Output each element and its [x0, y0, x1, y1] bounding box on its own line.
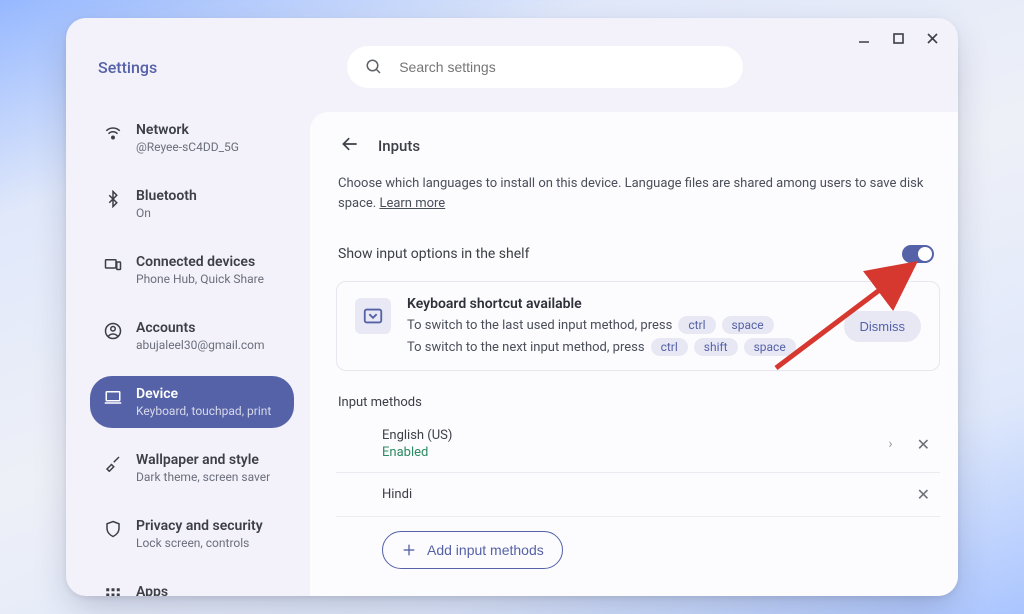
- show-input-options-toggle[interactable]: [902, 245, 934, 263]
- input-method-row[interactable]: Hindi ✕: [336, 473, 940, 517]
- nav-sub: Dark theme, screen saver: [136, 470, 270, 484]
- minimize-button[interactable]: [856, 30, 872, 46]
- key-chip: space: [744, 338, 796, 356]
- remove-input-button[interactable]: ✕: [917, 435, 930, 454]
- nav-sub: @Reyee-sC4DD_5G: [136, 140, 239, 154]
- bluetooth-icon: [104, 190, 122, 208]
- maximize-button[interactable]: [890, 30, 906, 46]
- close-window-button[interactable]: [924, 30, 940, 46]
- add-input-methods-label: Add input methods: [427, 542, 544, 558]
- key-chip: ctrl: [651, 338, 688, 356]
- shield-icon: [104, 520, 122, 538]
- sidebar: Network @Reyee-sC4DD_5G Bluetooth On: [66, 112, 310, 596]
- chevron-right-icon[interactable]: ›: [888, 436, 892, 452]
- account-icon: [104, 322, 122, 340]
- window-controls: [856, 30, 940, 46]
- install-languages-banner: Choose which languages to install on thi…: [336, 174, 940, 227]
- nav-title: Wallpaper and style: [136, 452, 270, 468]
- nav-title: Privacy and security: [136, 518, 263, 534]
- settings-window: Settings Network @Reyee-sC4DD_5G: [66, 18, 958, 596]
- sidebar-item-apps[interactable]: Apps Notifications, Google Play: [90, 574, 294, 596]
- content-header: Inputs: [336, 130, 940, 174]
- sidebar-item-bluetooth[interactable]: Bluetooth On: [90, 178, 294, 230]
- app-title: Settings: [98, 58, 157, 77]
- input-method-name: Hindi: [382, 487, 917, 502]
- input-method-enabled-label: Enabled: [382, 445, 888, 460]
- input-method-row[interactable]: English (US) Enabled › ✕: [336, 416, 940, 473]
- nav-title: Device: [136, 386, 271, 402]
- nav-sub: On: [136, 206, 197, 220]
- sidebar-item-accounts[interactable]: Accounts abujaleel30@gmail.com: [90, 310, 294, 362]
- input-methods-label: Input methods: [338, 395, 940, 410]
- sidebar-item-device[interactable]: Device Keyboard, touchpad, print: [90, 376, 294, 428]
- toggle-label: Show input options in the shelf: [338, 246, 529, 262]
- nav-sub: abujaleel30@gmail.com: [136, 338, 265, 352]
- plus-icon: [401, 542, 417, 558]
- show-input-options-row: Show input options in the shelf: [336, 227, 940, 281]
- nav-sub: Lock screen, controls: [136, 536, 263, 550]
- nav-sub: Phone Hub, Quick Share: [136, 272, 264, 286]
- back-button[interactable]: [340, 134, 360, 158]
- sidebar-item-connected-devices[interactable]: Connected devices Phone Hub, Quick Share: [90, 244, 294, 296]
- laptop-icon: [104, 388, 122, 406]
- search-input[interactable]: [399, 59, 725, 75]
- key-chip: space: [722, 316, 774, 334]
- search-icon: [365, 58, 383, 76]
- shortcut-card: Keyboard shortcut available To switch to…: [336, 281, 940, 371]
- nav-title: Apps: [136, 584, 273, 596]
- shortcut-line1-text: To switch to the last used input method,…: [407, 318, 672, 333]
- shortcut-line2-text: To switch to the next input method, pres…: [407, 340, 645, 355]
- nav-title: Accounts: [136, 320, 265, 336]
- sidebar-item-network[interactable]: Network @Reyee-sC4DD_5G: [90, 112, 294, 164]
- apps-icon: [104, 586, 122, 596]
- input-method-name: English (US): [382, 428, 888, 443]
- search-box[interactable]: [347, 46, 743, 88]
- nav-title: Network: [136, 122, 239, 138]
- sidebar-item-privacy[interactable]: Privacy and security Lock screen, contro…: [90, 508, 294, 560]
- wifi-icon: [104, 124, 122, 142]
- remove-input-button[interactable]: ✕: [917, 485, 930, 504]
- learn-more-link[interactable]: Learn more: [379, 196, 445, 211]
- keyboard-tip-icon: [355, 298, 391, 334]
- brush-icon: [104, 454, 122, 472]
- shortcut-card-title: Keyboard shortcut available: [407, 296, 828, 312]
- nav-title: Connected devices: [136, 254, 264, 270]
- sidebar-item-wallpaper[interactable]: Wallpaper and style Dark theme, screen s…: [90, 442, 294, 494]
- add-input-methods-button[interactable]: Add input methods: [382, 531, 563, 569]
- devices-icon: [104, 256, 122, 274]
- nav-title: Bluetooth: [136, 188, 197, 204]
- key-chip: shift: [694, 338, 738, 356]
- nav-sub: Keyboard, touchpad, print: [136, 404, 271, 418]
- key-chip: ctrl: [678, 316, 715, 334]
- content-pane: Inputs Choose which languages to install…: [310, 112, 958, 596]
- dismiss-button[interactable]: Dismiss: [844, 311, 922, 342]
- page-title: Inputs: [378, 137, 420, 155]
- header: Settings: [66, 18, 958, 88]
